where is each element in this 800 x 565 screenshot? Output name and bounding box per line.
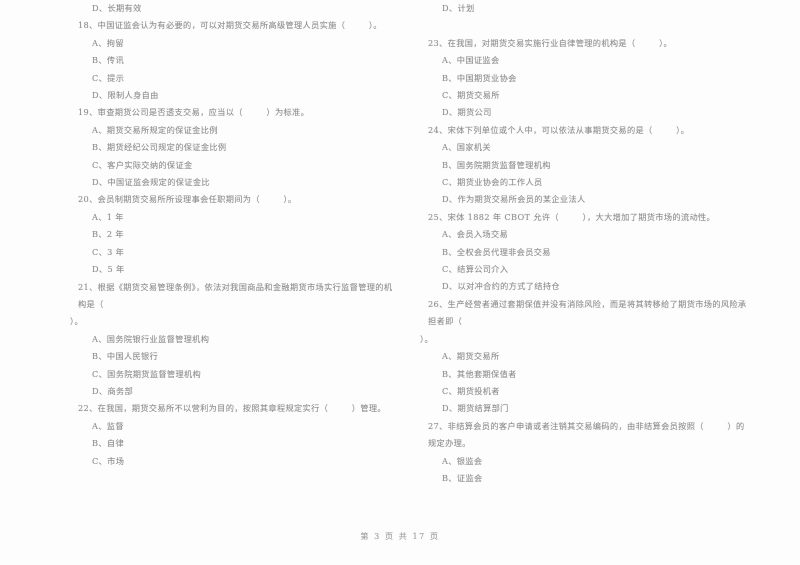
answer-option: D、限制人身自由 (92, 90, 159, 101)
answer-option: C、国务院期货监督管理机构 (92, 368, 202, 379)
question-text: 22、在我国，期货交易所不以营利为目的，按照其章程规定实行（ ）管理。 (78, 403, 386, 414)
question-21: 21、根据《期货交易管理条例》，依法对我国商品和金融期货市场实行监督管理的机构是… (70, 279, 400, 401)
answer-option: A、期货交易所 (442, 351, 500, 362)
left-text-column: D、长期有效 18、中国证监会认为有必要的，可以对期货交易所高级管理人员实施（ ）… (70, 0, 400, 470)
question-text: 18、中国证监会认为有必要的，可以对期货交易所高级管理人员实施（ ）。 (78, 20, 382, 31)
answer-option: D、长期有效 (92, 3, 142, 13)
question-text: 24、宋体下列单位或个人中，可以依法从事期货交易的是（ ）。 (428, 124, 690, 135)
question-text: 27、非结算会员的客户申请或者注销其交易编码的，由非结算会员按照（ ）的规定办理… (428, 420, 745, 449)
answer-option: C、提示 (92, 72, 125, 83)
answer-option: B、传讯 (92, 55, 124, 66)
answer-option: D、期货结算部门 (442, 403, 509, 414)
answer-option: A、中国证监会 (442, 55, 500, 66)
question-24: 24、宋体下列单位或个人中，可以依法从事期货交易的是（ ）。 A、国家机关 B、国务… (420, 122, 750, 209)
question-text: 26、生产经营者通过套期保值并没有消除风险，而是将其转移给了期货市场的风险承担者… (428, 298, 747, 327)
answer-option: C、期货投机者 (442, 385, 500, 396)
answer-option: C、客户实际交纳的保证金 (92, 159, 193, 170)
two-column-text-body: D、长期有效 18、中国证监会认为有必要的，可以对期货交易所高级管理人员实施（ ）… (0, 0, 800, 520)
answer-option: D、5 年 (92, 264, 125, 275)
question-26: 26、生产经营者通过套期保值并没有消除风险，而是将其转移给了期货市场的风险承担者… (420, 296, 750, 418)
answer-option: B、证监会 (442, 472, 483, 483)
answer-option: D、期货公司 (442, 107, 492, 118)
answer-option: C、期货交易所 (442, 90, 500, 101)
answer-option: D、以对冲合约的方式了结持仓 (442, 281, 560, 292)
question-22: 22、在我国，期货交易所不以营利为目的，按照其章程规定实行（ ）管理。 A、监督 B… (70, 400, 400, 470)
question-text: 21、根据《期货交易管理条例》，依法对我国商品和金融期货市场实行监督管理的机构是… (78, 281, 393, 309)
question-text: 19、审查期货公司是否透支交易，应当以（ ）为标准。 (78, 107, 310, 118)
answer-option: B、2 年 (92, 229, 124, 240)
answer-option: A、会员入场交易 (442, 229, 509, 240)
question-text: ）。 (70, 316, 83, 327)
question-20: 20、会员制期货交易所所设理事会任职期间为（ ）。 A、1 年 B、2 年 C、3 年… (70, 191, 400, 278)
question-text: 25、宋体 1882 年 CBOT 允许（ ），大大增加了期货市场的流动性。 (428, 211, 716, 222)
question-text: 23、在我国，对期货交易实施行业自律管理的机构是（ ）。 (428, 37, 673, 48)
answer-option: B、全权会员代理非会员交易 (442, 246, 551, 257)
answer-option: D、计划 (442, 3, 475, 13)
question-text: ）。 (420, 333, 433, 344)
page-footer: 第 3 页 共 17 页 (360, 532, 440, 541)
answer-option: B、中国人民银行 (92, 351, 159, 362)
answer-option: B、国务院期货监督管理机构 (442, 159, 551, 170)
answer-option: A、国家机关 (442, 142, 491, 153)
answer-option: D、作为期货交易所会员的某企业法人 (442, 194, 586, 205)
question-19: 19、审查期货公司是否透支交易，应当以（ ）为标准。 A、期货交易所规定的保证金比… (70, 104, 400, 191)
answer-option: B、中国期货业协会 (442, 72, 517, 83)
answer-option: C、期货业协会的工作人员 (442, 177, 543, 188)
answer-option: B、自律 (92, 438, 124, 449)
answer-option: A、拘留 (92, 37, 124, 48)
answer-option: B、其他套期保值者 (442, 368, 517, 379)
answer-option: A、银监会 (442, 455, 483, 466)
question-23: 23、在我国，对期货交易实施行业自律管理的机构是（ ）。 A、中国证监会 B、中国期… (420, 35, 750, 122)
gap (420, 17, 750, 34)
answer-option: C、结算公司介入 (442, 264, 509, 275)
answer-option: A、期货交易所规定的保证金比例 (92, 124, 218, 135)
question-18: 18、中国证监会认为有必要的，可以对期货交易所高级管理人员实施（ ）。 A、拘留 B… (70, 17, 400, 104)
answer-option: B、期货经纪公司规定的保证金比例 (92, 142, 227, 153)
answer-option: A、国务院银行业监督管理机构 (92, 333, 210, 344)
right-text-column: D、计划 23、在我国，对期货交易实施行业自律管理的机构是（ ）。 A、中国证监会 B… (420, 0, 750, 487)
answer-option: C、市场 (92, 455, 125, 466)
answer-option: A、1 年 (92, 211, 124, 222)
question-text: 20、会员制期货交易所所设理事会任职期间为（ ）。 (78, 194, 297, 205)
answer-option: C、3 年 (92, 246, 125, 257)
question-27: 27、非结算会员的客户申请或者注销其交易编码的，由非结算会员按照（ ）的规定办理… (420, 418, 750, 488)
orphan-option-d: D、计划 (420, 0, 750, 17)
question-25: 25、宋体 1882 年 CBOT 允许（ ），大大增加了期货市场的流动性。 A、… (420, 209, 750, 296)
document-page: D、长期有效 18、中国证监会认为有必要的，可以对期货交易所高级管理人员实施（ ）… (0, 0, 800, 565)
answer-option: D、商务部 (92, 385, 134, 396)
answer-option: D、中国证监会规定的保证金比 (92, 177, 210, 188)
answer-option: A、监督 (92, 420, 124, 431)
orphan-option-d: D、长期有效 (70, 0, 400, 17)
